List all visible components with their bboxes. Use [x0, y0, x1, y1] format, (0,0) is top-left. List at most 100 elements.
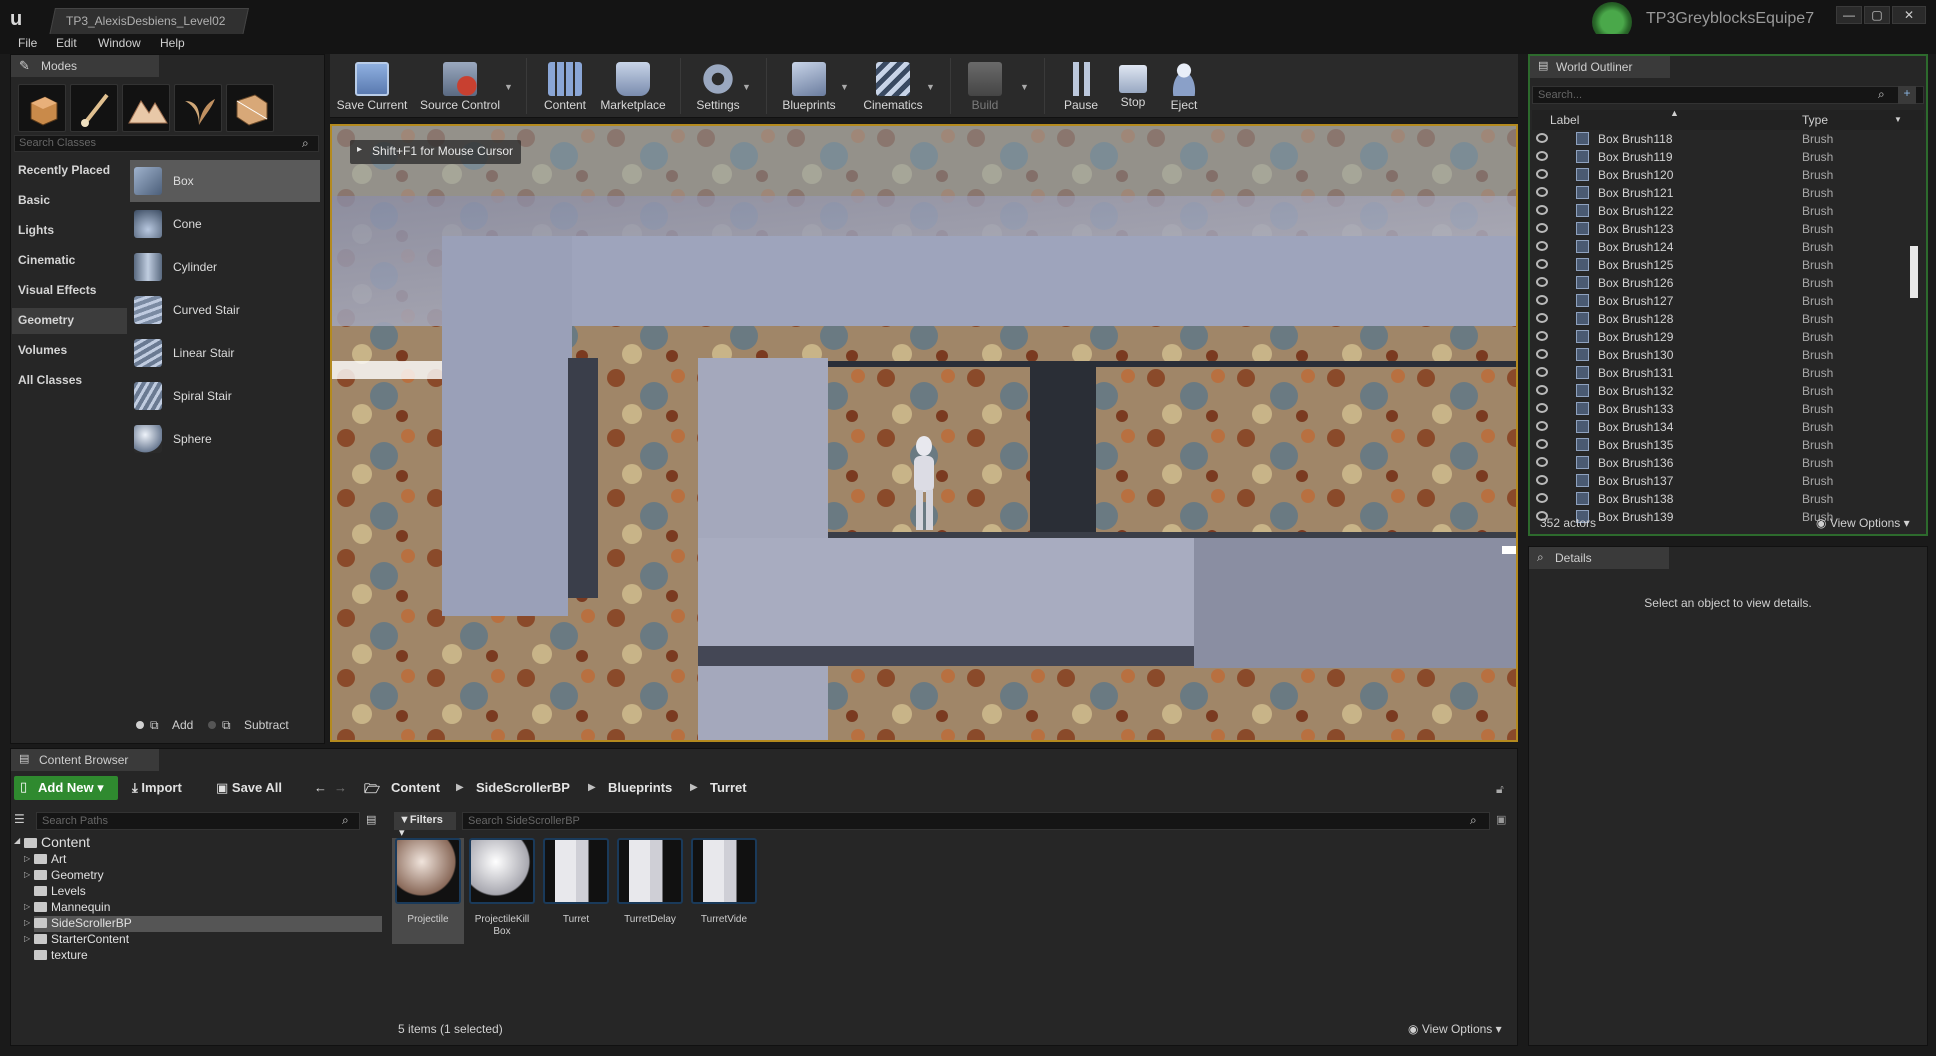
subtract-radio[interactable] [208, 721, 216, 729]
outliner-row[interactable]: Box Brush129 Brush [1532, 328, 1910, 346]
visibility-eye-icon[interactable] [1536, 187, 1548, 197]
visibility-eye-icon[interactable] [1536, 223, 1548, 233]
outliner-row[interactable]: Box Brush123 Brush [1532, 220, 1910, 238]
blueprints-button[interactable]: Blueprints [776, 56, 842, 116]
outliner-row[interactable]: Box Brush125 Brush [1532, 256, 1910, 274]
minimize-button[interactable]: — [1836, 6, 1862, 24]
maximize-button[interactable]: ▢ [1864, 6, 1890, 24]
visibility-eye-icon[interactable] [1536, 439, 1548, 449]
shape-curved-stair[interactable]: Curved Stair [130, 289, 320, 331]
tree-expand-arrow-icon[interactable]: ▷ [24, 902, 30, 911]
filters-button[interactable]: ▼Filters ▾ [394, 812, 456, 839]
label-column-header[interactable]: Label [1550, 113, 1579, 127]
paint-mode-icon[interactable] [70, 84, 118, 132]
add-new-button[interactable]: ▯ Add New ▾ [14, 776, 118, 800]
eject-button[interactable]: Eject [1160, 56, 1208, 116]
outliner-row[interactable]: Box Brush132 Brush [1532, 382, 1910, 400]
outliner-row[interactable]: Box Brush126 Brush [1532, 274, 1910, 292]
tree-folder[interactable]: StarterContent [34, 932, 129, 948]
history-forward-icon[interactable]: → [334, 780, 347, 795]
visibility-eye-icon[interactable] [1536, 241, 1548, 251]
outliner-row[interactable]: Box Brush130 Brush [1532, 346, 1910, 364]
visibility-eye-icon[interactable] [1536, 169, 1548, 179]
visibility-eye-icon[interactable] [1536, 385, 1548, 395]
outliner-row[interactable]: Box Brush138 Brush [1532, 490, 1910, 508]
column-options-icon[interactable]: ▼ [1894, 115, 1902, 124]
save-search-icon[interactable]: ▣ [1496, 813, 1506, 826]
outliner-view-options-button[interactable]: ◉ View Options ▾ [1816, 516, 1910, 530]
outliner-row[interactable]: Box Brush119 Brush [1532, 148, 1910, 166]
tree-folder[interactable]: Mannequin [34, 900, 110, 916]
visibility-eye-icon[interactable] [1536, 259, 1548, 269]
category-geometry[interactable]: Geometry [12, 308, 127, 334]
add-actor-icon[interactable]: + [1898, 86, 1916, 104]
save-current-button[interactable]: Save Current [334, 56, 410, 116]
tree-folder[interactable]: SideScrollerBP [34, 916, 382, 932]
landscape-mode-icon[interactable] [122, 84, 170, 132]
source-control-dropdown-icon[interactable]: ▼ [504, 82, 513, 92]
outliner-row[interactable]: Box Brush122 Brush [1532, 202, 1910, 220]
breadcrumb-arrow-icon[interactable]: ▶ [456, 782, 464, 793]
outliner-row[interactable]: Box Brush131 Brush [1532, 364, 1910, 382]
asset-tile[interactable]: ProjectileKill Box [466, 838, 538, 944]
tree-folder[interactable]: Levels [34, 884, 86, 900]
outliner-row[interactable]: Box Brush128 Brush [1532, 310, 1910, 328]
lock-icon[interactable]: 🔓︎ [1496, 782, 1504, 797]
stop-button[interactable]: Stop [1110, 56, 1156, 116]
visibility-eye-icon[interactable] [1536, 403, 1548, 413]
asset-search-input[interactable]: Search SideScrollerBP [462, 812, 1490, 830]
level-viewport[interactable] [330, 124, 1518, 742]
menu-edit[interactable]: Edit [56, 36, 77, 50]
visibility-eye-icon[interactable] [1536, 421, 1548, 431]
tree-folder[interactable]: Geometry [34, 868, 104, 884]
pause-button[interactable]: Pause [1054, 56, 1108, 116]
outliner-row[interactable]: Box Brush118 Brush [1532, 130, 1910, 148]
add-radio[interactable] [136, 721, 144, 729]
visibility-eye-icon[interactable] [1536, 493, 1548, 503]
shape-sphere[interactable]: Sphere [130, 418, 320, 460]
breadcrumb-content[interactable]: Content [391, 780, 440, 795]
menu-help[interactable]: Help [160, 36, 185, 50]
visibility-eye-icon[interactable] [1536, 457, 1548, 467]
outliner-row[interactable]: Box Brush136 Brush [1532, 454, 1910, 472]
world-outliner-tab[interactable]: ▤ World Outliner [1530, 56, 1670, 78]
asset-tile[interactable]: TurretDelay [614, 838, 686, 944]
asset-tile[interactable]: Turret [540, 838, 612, 944]
breadcrumb-blueprints[interactable]: Blueprints [608, 780, 672, 795]
menu-window[interactable]: Window [98, 36, 141, 50]
shape-cone[interactable]: Cone [130, 203, 320, 245]
geometry-mode-icon[interactable] [226, 84, 274, 132]
category-basic[interactable]: Basic [12, 188, 127, 214]
outliner-row[interactable]: Box Brush137 Brush [1532, 472, 1910, 490]
visibility-eye-icon[interactable] [1536, 133, 1548, 143]
type-column-header[interactable]: Type [1802, 113, 1828, 127]
visibility-eye-icon[interactable] [1536, 349, 1548, 359]
category-visual-effects[interactable]: Visual Effects [12, 278, 127, 304]
shape-box[interactable]: Box [130, 160, 320, 202]
shape-linear-stair[interactable]: Linear Stair [130, 332, 320, 374]
visibility-eye-icon[interactable] [1536, 277, 1548, 287]
close-window-button[interactable]: ✕ [1892, 6, 1926, 24]
visibility-eye-icon[interactable] [1536, 313, 1548, 323]
tree-expand-arrow-icon[interactable]: ▷ [24, 854, 30, 863]
visibility-eye-icon[interactable] [1536, 475, 1548, 485]
visibility-eye-icon[interactable] [1536, 331, 1548, 341]
save-all-button[interactable]: ▣ Save All [216, 780, 282, 796]
category-volumes[interactable]: Volumes [12, 338, 127, 364]
sources-panel-toggle-icon[interactable]: ☰ [14, 812, 25, 826]
visibility-eye-icon[interactable] [1536, 295, 1548, 305]
foliage-mode-icon[interactable] [174, 84, 222, 132]
tree-expand-arrow-icon[interactable]: ▷ [24, 918, 30, 927]
outliner-row[interactable]: Box Brush133 Brush [1532, 400, 1910, 418]
cinematics-dropdown-icon[interactable]: ▼ [926, 82, 935, 92]
shape-cylinder[interactable]: Cylinder [130, 246, 320, 288]
tree-expand-icon[interactable]: ◢ [14, 836, 20, 845]
tree-folder[interactable]: Art [34, 852, 66, 868]
blueprints-dropdown-icon[interactable]: ▼ [840, 82, 849, 92]
outliner-row[interactable]: Box Brush135 Brush [1532, 436, 1910, 454]
asset-tile[interactable]: TurretVide [688, 838, 760, 944]
breadcrumb-arrow-icon[interactable]: ▶ [690, 782, 698, 793]
tree-folder[interactable]: texture [34, 948, 88, 964]
collections-toggle-icon[interactable]: ▤ [366, 813, 376, 826]
outliner-row[interactable]: Box Brush120 Brush [1532, 166, 1910, 184]
